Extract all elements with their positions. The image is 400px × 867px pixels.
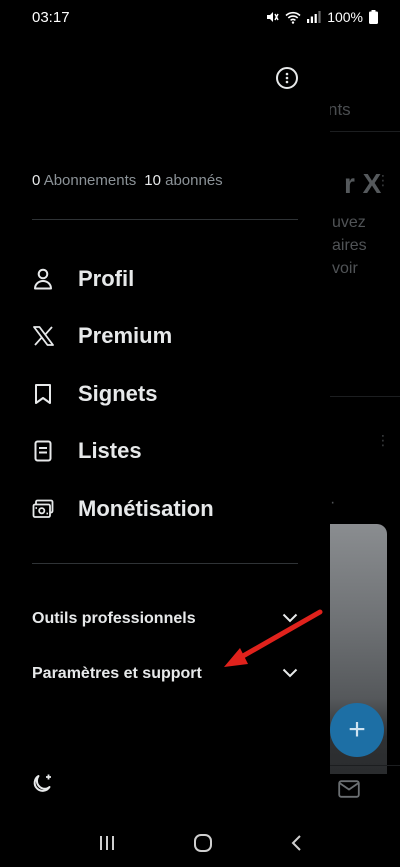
follow-stats: 0 Abonnements 10 abonnés xyxy=(32,172,223,189)
status-time: 03:17 xyxy=(32,8,70,26)
more-circle-icon[interactable] xyxy=(276,67,298,89)
following-link[interactable]: 0 Abonnements xyxy=(32,172,136,189)
nav-item-profil[interactable]: Profil xyxy=(32,250,298,308)
timeline-divider xyxy=(330,396,400,397)
section-label: Paramètres et support xyxy=(32,665,202,682)
drawer-divider xyxy=(32,219,298,220)
timeline-text-line: uvez xyxy=(332,214,366,231)
annotation-arrow-icon xyxy=(220,608,324,675)
nav-item-listes[interactable]: Listes xyxy=(32,423,298,481)
home-icon[interactable] xyxy=(193,833,213,858)
post-more-icon[interactable]: ⋮ xyxy=(376,432,390,449)
mute-icon xyxy=(265,10,279,24)
nav-label: Signets xyxy=(78,380,158,406)
nav-label: Monétisation xyxy=(78,495,214,521)
drawer-divider xyxy=(32,563,298,564)
followers-label: abonnés xyxy=(165,172,223,189)
nav-item-monetisation[interactable]: Monétisation xyxy=(32,480,298,538)
x-logo-icon xyxy=(32,325,54,347)
timeline-text-line: voir xyxy=(332,260,358,277)
back-icon[interactable] xyxy=(290,834,302,857)
background-timeline: nts r X ⋮ uvez aires voir ⋮ · + xyxy=(330,34,400,824)
following-label: Abonnements xyxy=(43,172,137,189)
timeline-dot: · xyxy=(330,494,336,511)
person-icon xyxy=(32,268,54,290)
status-icons: 100% xyxy=(265,9,378,25)
list-icon xyxy=(32,440,54,462)
wifi-icon xyxy=(285,11,301,24)
nav-item-premium[interactable]: Premium xyxy=(32,308,298,366)
post-more-icon[interactable]: ⋮ xyxy=(376,172,390,189)
signal-icon xyxy=(307,11,321,23)
money-icon xyxy=(32,498,54,520)
system-navigation-bar xyxy=(0,824,400,867)
bottom-bar-divider xyxy=(330,765,400,766)
followers-count: 10 xyxy=(144,172,161,189)
navigation-drawer: 0 Abonnements 10 abonnés Profil Premium … xyxy=(0,34,330,824)
status-bar: 03:17 100% xyxy=(0,0,400,34)
battery-icon xyxy=(369,10,378,24)
timeline-divider xyxy=(330,131,400,132)
nav-item-signets[interactable]: Signets xyxy=(32,365,298,423)
drawer-nav-list: Profil Premium Signets Listes Monétisati… xyxy=(32,250,298,538)
moon-sparkle-icon[interactable] xyxy=(32,773,54,800)
nav-label: Premium xyxy=(78,323,173,349)
nav-label: Listes xyxy=(78,438,142,464)
compose-fab-button[interactable]: + xyxy=(330,703,384,757)
followers-link[interactable]: 10 abonnés xyxy=(144,172,222,189)
bookmark-icon xyxy=(32,383,54,405)
nav-label: Profil xyxy=(78,265,135,291)
messages-icon[interactable] xyxy=(338,780,360,803)
timeline-text-line: aires xyxy=(332,237,367,254)
section-label: Outils professionnels xyxy=(32,610,196,627)
recent-apps-icon[interactable] xyxy=(98,835,116,856)
battery-level: 100% xyxy=(327,9,363,25)
following-count: 0 xyxy=(32,172,41,189)
timeline-tab-partial: nts xyxy=(330,100,351,119)
